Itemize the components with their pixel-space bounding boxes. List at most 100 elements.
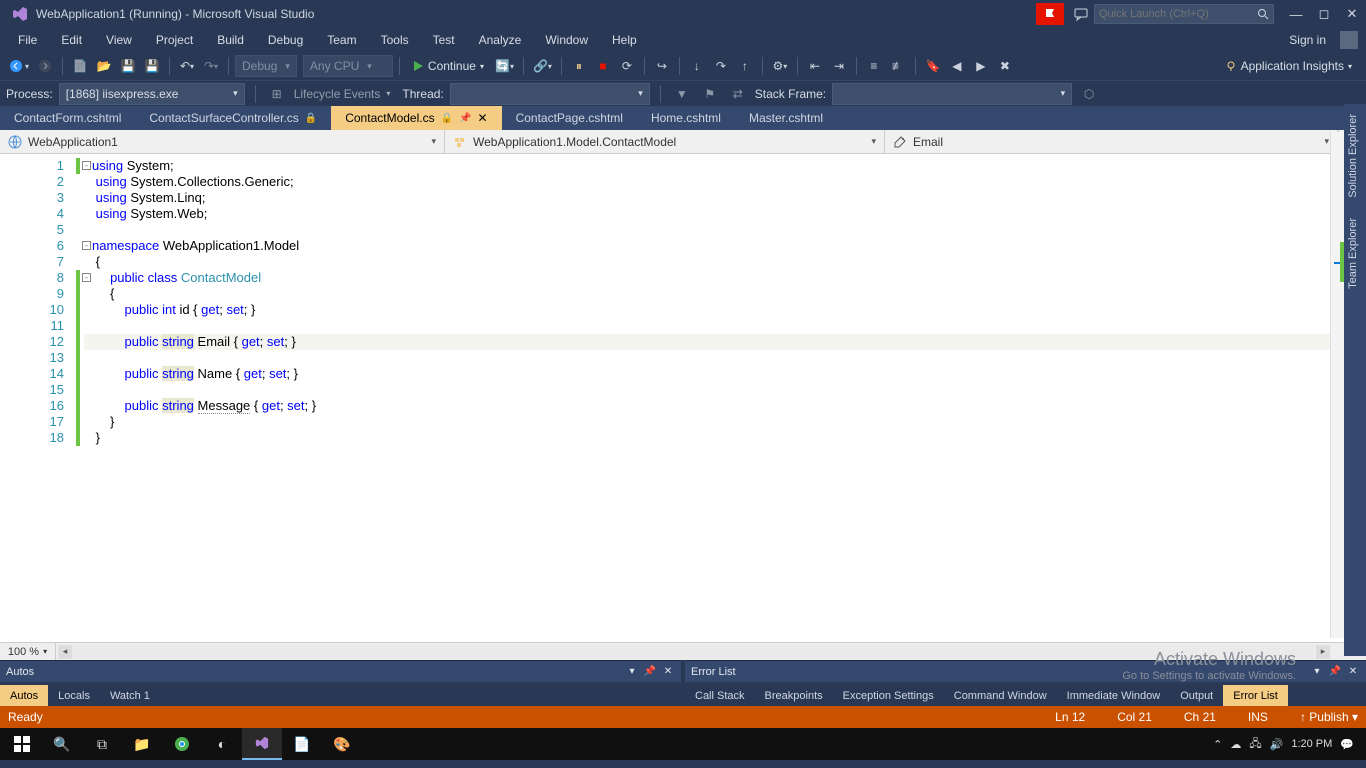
tab-master[interactable]: Master.cshtml	[735, 106, 837, 130]
close-tab-icon[interactable]: ✕	[478, 111, 488, 125]
tab-contactform[interactable]: ContactForm.cshtml	[0, 106, 135, 130]
panel-pin-icon[interactable]: 📌	[1328, 666, 1342, 677]
watch1-tab[interactable]: Watch 1	[100, 685, 160, 706]
menu-edit[interactable]: Edit	[49, 30, 94, 50]
tab-contactsurfacecontroller[interactable]: ContactSurfaceController.cs🔒	[135, 106, 331, 130]
scroll-left-icon[interactable]: ◂	[58, 645, 72, 659]
start-button[interactable]	[2, 728, 42, 760]
save-all-icon[interactable]: 💾	[141, 55, 163, 77]
class-dropdown[interactable]: WebApplication1.Model.ContactModel▾	[445, 130, 885, 153]
exception-settings-tab[interactable]: Exception Settings	[833, 685, 944, 706]
tab-contactpage[interactable]: ContactPage.cshtml	[502, 106, 637, 130]
errorlist-tab[interactable]: Error List	[1223, 685, 1288, 706]
restart-icon[interactable]: ⟳	[616, 55, 638, 77]
thread-combo[interactable]: ▾	[450, 83, 650, 105]
redo-icon[interactable]: ↷▾	[200, 55, 222, 77]
breakpoints-tab[interactable]: Breakpoints	[755, 685, 833, 706]
callstack-tab[interactable]: Call Stack	[685, 685, 755, 706]
avatar-icon[interactable]	[1340, 31, 1358, 49]
tray-chevron-icon[interactable]: ⌃	[1213, 738, 1222, 751]
search-icon[interactable]: 🔍	[42, 728, 82, 760]
bookmark-icon[interactable]: 🔖	[922, 55, 944, 77]
uncomment-icon[interactable]: ≢	[887, 55, 909, 77]
immediate-window-tab[interactable]: Immediate Window	[1057, 685, 1171, 706]
menu-debug[interactable]: Debug	[256, 30, 315, 50]
platform-combo[interactable]: Any CPU▾	[303, 55, 393, 77]
visual-studio-icon[interactable]	[242, 728, 282, 760]
menu-build[interactable]: Build	[205, 30, 256, 50]
notification-flag-icon[interactable]	[1036, 3, 1064, 25]
errorlist-panel-header[interactable]: Error List ▾ 📌 ✕	[685, 661, 1366, 682]
menu-project[interactable]: Project	[144, 30, 205, 50]
indent-more-icon[interactable]: ⇥	[828, 55, 850, 77]
clock[interactable]: 1:20 PM	[1291, 738, 1332, 750]
step-into-icon[interactable]: ↓	[686, 55, 708, 77]
autos-panel-header[interactable]: Autos ▾ 📌 ✕	[0, 661, 681, 682]
minimize-button[interactable]: —	[1282, 3, 1310, 25]
continue-button[interactable]: Continue▾	[406, 59, 490, 73]
pin-icon[interactable]: 🔒	[441, 113, 453, 124]
nav-back-icon[interactable]: ▾	[6, 55, 32, 77]
paint-icon[interactable]: 🎨	[322, 728, 362, 760]
indent-less-icon[interactable]: ⇤	[804, 55, 826, 77]
bookmark-clear-icon[interactable]: ✖	[994, 55, 1016, 77]
stop-icon[interactable]: ■	[592, 55, 614, 77]
menu-test[interactable]: Test	[421, 30, 467, 50]
menu-file[interactable]: File	[6, 30, 49, 50]
threads-icon[interactable]: ⇄	[727, 83, 749, 105]
feedback-icon[interactable]	[1068, 3, 1094, 25]
pin-icon[interactable]: 🔒	[305, 113, 317, 124]
browser-link-icon[interactable]: 🔗▾	[530, 55, 555, 77]
tab-contactmodel[interactable]: ContactModel.cs🔒📌✕	[331, 106, 501, 130]
comment-icon[interactable]: ≡	[863, 55, 885, 77]
code-editor[interactable]: 123456789 101112131415161718 - - - using…	[0, 154, 1366, 642]
task-view-icon[interactable]: ⧉	[82, 728, 122, 760]
outline-toggle-icon[interactable]: -	[82, 241, 91, 250]
hex-icon[interactable]: ⬡	[1078, 83, 1100, 105]
open-icon[interactable]: 📂	[93, 55, 115, 77]
new-project-icon[interactable]: 📄	[69, 55, 91, 77]
show-next-icon[interactable]: ↪	[651, 55, 673, 77]
output-tab[interactable]: Output	[1170, 685, 1223, 706]
menu-window[interactable]: Window	[533, 30, 600, 50]
tab-home[interactable]: Home.cshtml	[637, 106, 735, 130]
step-over-icon[interactable]: ↷	[710, 55, 732, 77]
stackframe-combo[interactable]: ▾	[832, 83, 1072, 105]
chrome-icon[interactable]	[162, 728, 202, 760]
project-dropdown[interactable]: WebApplication1▾	[0, 130, 445, 153]
break-all-icon[interactable]: ⏸	[568, 55, 590, 77]
steam-icon[interactable]: ◐	[202, 728, 242, 760]
sign-in-link[interactable]: Sign in	[1289, 33, 1332, 47]
panel-menu-icon[interactable]: ▾	[625, 666, 639, 677]
nav-fwd-icon[interactable]	[34, 55, 56, 77]
scroll-right-icon[interactable]: ▸	[1316, 645, 1330, 659]
intellitrace-icon[interactable]: ⚙▾	[769, 55, 791, 77]
panel-close-icon[interactable]: ✕	[661, 666, 675, 677]
step-out-icon[interactable]: ↑	[734, 55, 756, 77]
menu-tools[interactable]: Tools	[369, 30, 421, 50]
bookmark-next-icon[interactable]: ▶	[970, 55, 992, 77]
menu-help[interactable]: Help	[600, 30, 649, 50]
panel-close-icon[interactable]: ✕	[1346, 666, 1360, 677]
quick-launch-input[interactable]	[1099, 8, 1257, 20]
notepad-icon[interactable]: 📄	[282, 728, 322, 760]
lifecycle-icon[interactable]: ⊞	[266, 83, 288, 105]
solution-config-combo[interactable]: Debug▾	[235, 55, 297, 77]
refresh-icon[interactable]: 🔄▾	[492, 55, 517, 77]
onedrive-icon[interactable]: ☁	[1230, 738, 1241, 751]
outline-toggle-icon[interactable]: -	[82, 273, 91, 282]
member-dropdown[interactable]: Email▾	[885, 130, 1338, 153]
menu-analyze[interactable]: Analyze	[467, 30, 534, 50]
volume-icon[interactable]: 🔊	[1270, 738, 1284, 751]
locals-tab[interactable]: Locals	[48, 685, 100, 706]
panel-menu-icon[interactable]: ▾	[1310, 666, 1324, 677]
code-area[interactable]: - - - using System; using System.Collect…	[84, 154, 1366, 642]
flag-icon[interactable]: ⚑	[699, 83, 721, 105]
command-window-tab[interactable]: Command Window	[944, 685, 1057, 706]
bookmark-prev-icon[interactable]: ◀	[946, 55, 968, 77]
outline-toggle-icon[interactable]: -	[82, 161, 91, 170]
system-tray[interactable]: ⌃ ☁ 🖧 🔊 1:20 PM 💬	[1213, 735, 1364, 754]
menu-view[interactable]: View	[94, 30, 144, 50]
process-combo[interactable]: [1868] iisexpress.exe▾	[59, 83, 245, 105]
save-icon[interactable]: 💾	[117, 55, 139, 77]
